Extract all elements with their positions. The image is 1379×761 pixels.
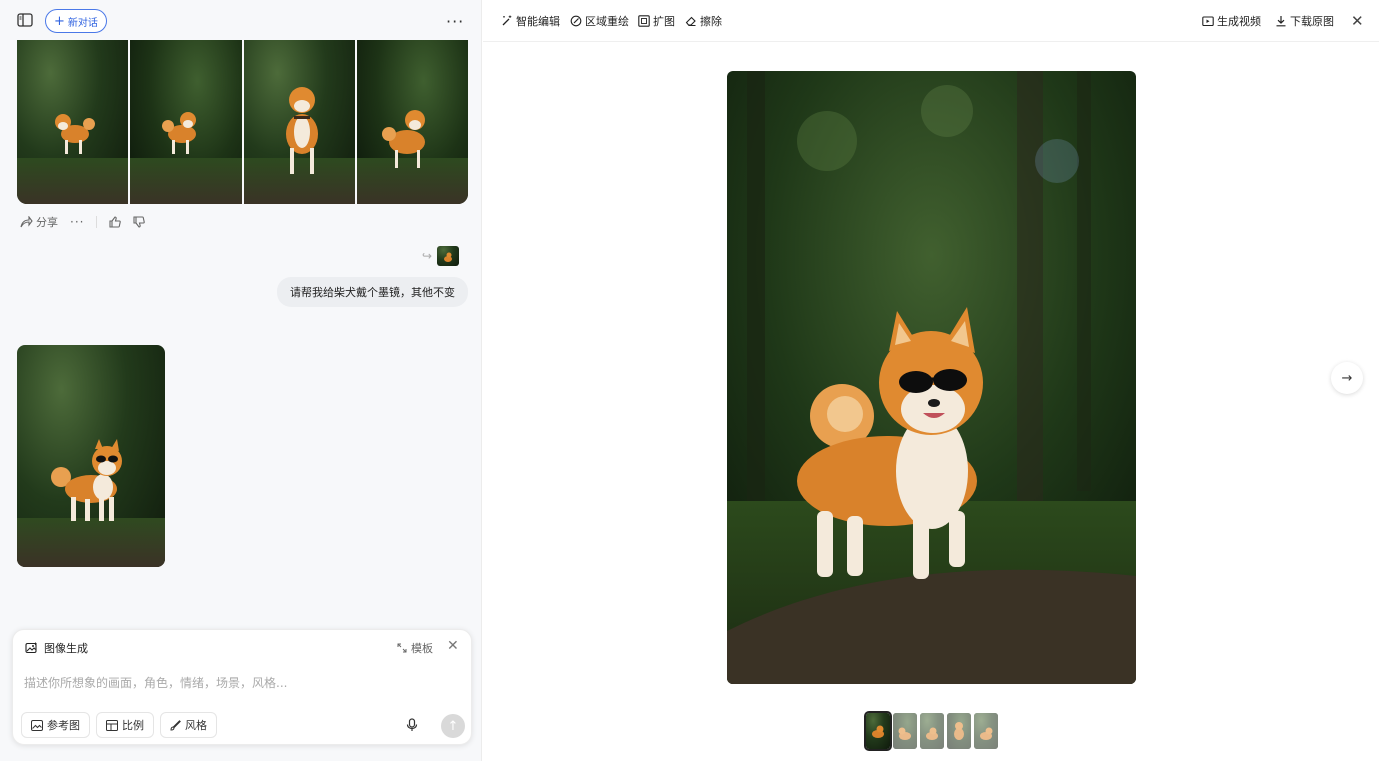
generated-image-4[interactable] [356,40,468,204]
new-chat-label: 新对话 [67,17,98,29]
arrow-right-icon: → [1341,370,1353,386]
microphone-icon[interactable] [406,718,418,735]
expand-image-label: 扩图 [653,15,675,28]
next-image-button[interactable]: → [1331,362,1363,394]
brush-icon [170,719,181,731]
share-label: 分享 [36,216,58,229]
more-options-icon[interactable]: ··· [446,12,464,31]
preview-toolbar: 智能编辑 区域重绘 扩图 擦除 生成视频 下载原图 ✕ [483,0,1379,42]
template-button[interactable]: 模板 [397,640,433,656]
region-redraw-button[interactable]: 区域重绘 [570,13,629,29]
message-actions: 分享 ··· [20,214,146,230]
aspect-ratio-button[interactable]: 比例 [96,712,154,738]
sidebar-toggle-icon[interactable] [17,13,33,27]
generate-video-button[interactable]: 生成视频 [1202,13,1261,29]
reference-image-button[interactable]: 参考图 [21,712,90,738]
download-icon [1276,16,1286,27]
style-button[interactable]: 风格 [160,712,217,738]
thumbnail-strip [864,711,998,751]
prompt-input[interactable] [24,676,454,690]
expand-image-icon [638,15,650,27]
generate-video-label: 生成视频 [1217,15,1261,28]
image-generate-icon [25,642,37,654]
thumbs-down-icon[interactable] [133,216,146,228]
image-preview-panel: 智能编辑 区域重绘 扩图 擦除 生成视频 下载原图 ✕ → [483,0,1379,761]
reference-image-label: 参考图 [47,719,80,732]
region-redraw-label: 区域重绘 [585,15,629,28]
expand-image-button[interactable]: 扩图 [638,13,675,29]
expand-icon [397,643,407,653]
composer-mode[interactable]: 图像生成 [25,640,88,656]
user-message-bubble: 请帮我给柴犬戴个墨镜，其他不变 [277,277,468,307]
template-label: 模板 [411,642,433,655]
chat-panel: + 新对话 ··· 分享 ··· ↪ 请帮我给柴犬戴个墨镜，其他不变 图像生成 … [0,0,482,761]
reference-arrow-icon: ↪ [422,249,433,263]
thumbnail-4[interactable] [947,713,971,749]
smart-edit-button[interactable]: 智能编辑 [501,13,560,29]
close-composer-icon[interactable]: ✕ [447,638,459,654]
ratio-icon [106,719,118,731]
thumbs-up-icon[interactable] [109,216,122,228]
thumbnail-1[interactable] [864,711,892,751]
share-button[interactable]: 分享 [20,214,58,230]
aspect-ratio-label: 比例 [122,719,144,732]
style-label: 风格 [185,719,207,732]
actions-divider [96,216,98,228]
region-redraw-icon [570,15,582,27]
reference-image-thumbnail[interactable] [437,246,459,266]
more-actions-button[interactable]: ··· [70,215,84,229]
download-original-label: 下载原图 [1290,15,1334,28]
share-icon [20,216,33,228]
thumbnail-3[interactable] [920,713,944,749]
generated-image-1[interactable] [17,40,129,204]
new-chat-button[interactable]: + 新对话 [45,9,107,33]
arrow-up-icon: ↑ [447,718,459,734]
composer-mode-label: 图像生成 [44,642,88,655]
close-preview-icon[interactable]: ✕ [1351,12,1364,30]
composer: 图像生成 模板 ✕ 参考图 比例 风格 ↑ [12,629,472,745]
eraser-icon [685,16,696,26]
generated-image-2[interactable] [130,40,242,204]
download-original-button[interactable]: 下载原图 [1275,13,1334,29]
plus-icon: + [54,13,65,29]
composer-options: 参考图 比例 风格 [21,712,217,738]
generated-image-grid [17,40,468,204]
thumbnail-2[interactable] [893,713,917,749]
magic-wand-icon [502,15,512,26]
edited-result-image[interactable] [17,345,165,567]
video-icon [1202,16,1214,27]
erase-button[interactable]: 擦除 [685,13,722,29]
preview-image[interactable] [727,71,1136,684]
erase-label: 擦除 [700,15,722,28]
image-icon [31,719,43,731]
thumbnail-5[interactable] [974,713,998,749]
smart-edit-label: 智能编辑 [516,15,560,28]
send-button[interactable]: ↑ [441,714,465,738]
generated-image-3[interactable] [243,40,355,204]
chat-header: + 新对话 ··· [0,0,481,42]
